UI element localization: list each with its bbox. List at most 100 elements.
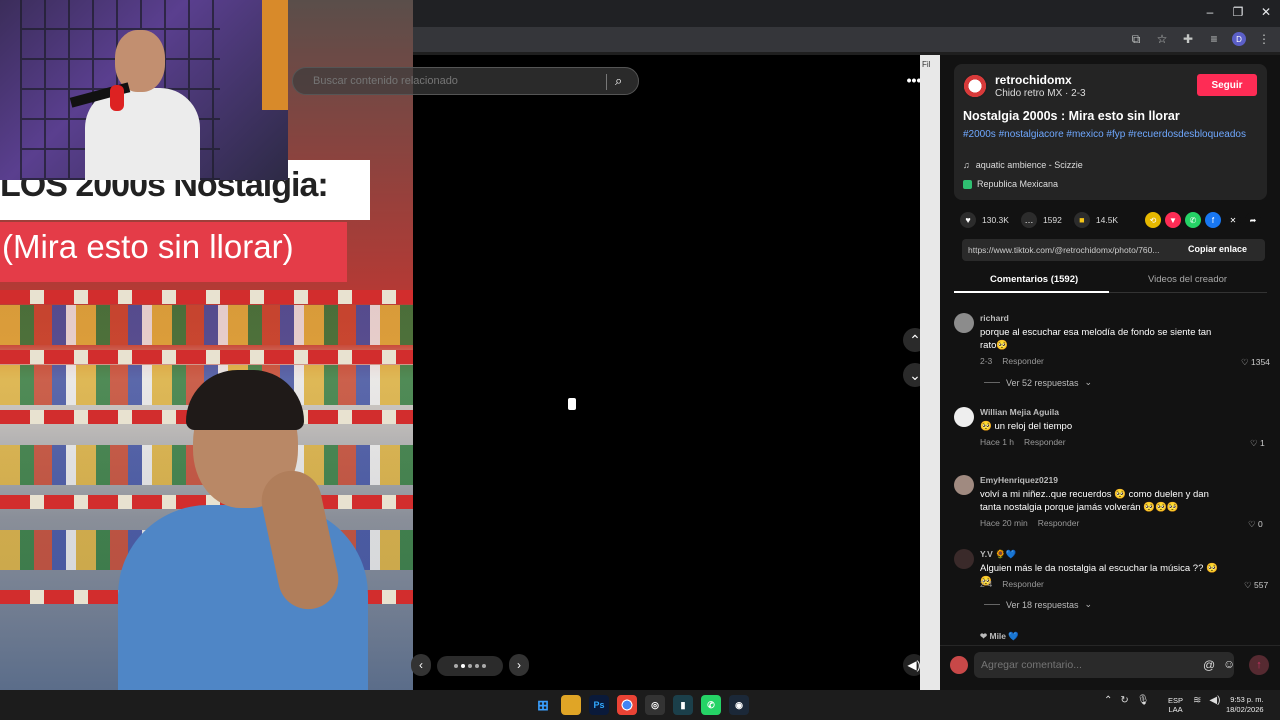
carousel-dot[interactable] <box>482 664 486 668</box>
replies-divider <box>984 382 1000 383</box>
comment-user[interactable]: richard <box>980 313 1009 323</box>
extensions-icon[interactable]: ✚ <box>1180 31 1196 47</box>
wifi-icon[interactable]: ≋ <box>1193 695 1201 706</box>
location-text[interactable]: Republica Mexicana <box>977 179 1058 189</box>
reply-button[interactable]: Responder <box>1002 579 1044 589</box>
avatar[interactable] <box>954 475 974 495</box>
whatsapp-icon[interactable]: ✆ <box>701 695 721 715</box>
heart-outline-icon[interactable]: ♡ <box>1248 519 1258 529</box>
like-action[interactable]: ♥ 130.3K <box>960 212 1009 228</box>
comment-likes[interactable]: ♡ 1 <box>1250 438 1265 449</box>
volume-icon[interactable]: ◀) <box>1209 695 1220 706</box>
comment-text: porque al escuchar esa melodía de fondo … <box>980 327 1212 351</box>
reply-button[interactable]: Responder <box>1024 437 1066 447</box>
carousel-dot[interactable] <box>468 664 472 668</box>
file-explorer-icon[interactable] <box>561 695 581 715</box>
profile-icon[interactable]: D <box>1232 32 1246 46</box>
comment-user[interactable]: Willian Mejia Aguila <box>980 407 1059 417</box>
tab-comments[interactable]: Comentarios (1592) <box>990 274 1078 285</box>
comment-user[interactable]: ❤ Mile 💙 <box>980 631 1019 642</box>
language-indicator[interactable]: ESP LAA <box>1168 696 1183 714</box>
copy-link-button[interactable]: Copiar enlace <box>1188 244 1247 254</box>
comment-likes[interactable]: ♡ 0 <box>1248 519 1263 530</box>
mention-icon[interactable]: @ <box>1203 658 1215 672</box>
star-icon[interactable]: ☆ <box>1154 31 1170 47</box>
view-replies-button[interactable]: Ver 52 respuestas ⌄ <box>984 377 1092 388</box>
carousel-dot[interactable] <box>454 664 458 668</box>
save-action[interactable]: ■ 14.5K <box>1073 212 1118 228</box>
comment-icon[interactable]: … <box>1020 212 1037 228</box>
side-strip <box>920 55 940 690</box>
search-icon[interactable]: ⌕ <box>615 73 633 91</box>
search-input[interactable] <box>313 75 603 87</box>
menu-icon[interactable]: ⋮ <box>1256 31 1272 47</box>
comment-likes[interactable]: ♡ 1354 <box>1241 357 1270 368</box>
follow-button[interactable]: Seguir <box>1197 74 1257 96</box>
view-replies-label[interactable]: Ver 18 respuestas <box>1006 600 1079 610</box>
app-icon[interactable]: ▮ <box>673 695 693 715</box>
comment-input[interactable] <box>974 652 1234 678</box>
avatar[interactable] <box>962 73 988 99</box>
comment-user[interactable]: EmyHenriquez0219 <box>980 475 1058 485</box>
tray-app-icon[interactable]: ↻ <box>1120 695 1128 706</box>
clock[interactable]: 9:53 p. m. 18/02/2026 <box>1226 695 1264 715</box>
reply-button[interactable]: Responder <box>1038 518 1080 528</box>
steam-icon[interactable]: ◉ <box>729 695 749 715</box>
comment-user[interactable]: Y.V 🌻💙 <box>980 549 1016 560</box>
carousel-dot[interactable] <box>475 664 479 668</box>
share-arrow-icon[interactable]: ➦ <box>1245 212 1261 228</box>
media-icon[interactable]: ≡ <box>1206 31 1222 47</box>
send-icon[interactable]: ▼ <box>1165 212 1181 228</box>
location-row[interactable]: Republica Mexicana <box>963 179 1058 189</box>
clock-date: 18/02/2026 <box>1226 705 1264 714</box>
windows-start-icon[interactable]: ⊞ <box>533 695 553 715</box>
chevron-up-icon[interactable]: ⌃ <box>1104 695 1112 706</box>
hashtags[interactable]: #2000s #nostalgiacore #mexico #fyp #recu… <box>963 128 1253 142</box>
streamer-body <box>85 88 200 180</box>
mouse-cursor-icon <box>568 398 576 410</box>
comment-action[interactable]: … 1592 <box>1020 212 1062 228</box>
chrome-icon[interactable] <box>617 695 637 715</box>
photoshop-icon[interactable]: Ps <box>589 695 609 715</box>
view-replies-label[interactable]: Ver 52 respuestas <box>1006 378 1079 388</box>
cast-icon[interactable]: ⧉ <box>1128 31 1144 47</box>
close-button[interactable]: ✕ <box>1252 0 1280 24</box>
comment-text: volví a mi niñez..que recuerdos 🥺 como d… <box>980 489 1209 513</box>
carousel-dot[interactable] <box>461 664 465 668</box>
address-bar-icons: ⧉ ☆ ✚ ≡ D ⋮ <box>1128 31 1272 47</box>
window-controls: – ❐ ✕ <box>1196 0 1280 27</box>
avatar[interactable] <box>954 407 974 427</box>
heart-outline-icon[interactable]: ♡ <box>1244 580 1254 590</box>
comment-like-count: 557 <box>1253 580 1269 590</box>
avatar[interactable] <box>954 549 974 569</box>
embed-icon[interactable]: ⟲ <box>1145 212 1161 228</box>
bookmark-icon[interactable]: ■ <box>1073 212 1090 228</box>
minimize-button[interactable]: – <box>1196 0 1224 24</box>
details-panel: retrochidomx Chido retro MX · 2-3 Seguir… <box>940 55 1280 690</box>
heart-outline-icon[interactable]: ♡ <box>1241 357 1251 367</box>
heart-outline-icon[interactable]: ♡ <box>1250 438 1260 448</box>
username[interactable]: retrochidomx <box>995 73 1072 87</box>
microphone-icon[interactable]: 🎙 <box>1137 695 1150 706</box>
system-tray: ⌃ ↻ 🎙 <box>1104 695 1149 706</box>
music-title[interactable]: aquatic ambience - Scizzie <box>976 160 1083 170</box>
carousel-next-button[interactable]: › <box>509 654 529 676</box>
view-replies-button[interactable]: Ver 18 respuestas ⌄ <box>984 599 1092 610</box>
comment-like-count: 1 <box>1259 438 1265 448</box>
facebook-icon[interactable]: f <box>1205 212 1221 228</box>
avatar[interactable] <box>954 313 974 333</box>
send-comment-button[interactable]: ↑ <box>1249 655 1269 675</box>
replies-divider <box>984 604 1000 605</box>
heart-icon[interactable]: ♥ <box>960 212 976 228</box>
tab-creator-videos[interactable]: Videos del creador <box>1148 274 1227 285</box>
x-icon[interactable]: ✕ <box>1225 212 1241 228</box>
carousel-prev-button[interactable]: ‹ <box>411 654 431 676</box>
music-row[interactable]: ♫ aquatic ambience - Scizzie <box>963 160 1083 170</box>
post-link[interactable]: https://www.tiktok.com/@retrochidomx/pho… <box>968 245 1180 255</box>
whatsapp-icon[interactable]: ✆ <box>1185 212 1201 228</box>
emoji-icon[interactable]: ☺ <box>1223 657 1235 671</box>
restore-button[interactable]: ❐ <box>1224 0 1252 24</box>
reply-button[interactable]: Responder <box>1002 356 1044 366</box>
app-icon[interactable]: ◎ <box>645 695 665 715</box>
comment-likes[interactable]: ♡ 557 <box>1244 580 1268 591</box>
